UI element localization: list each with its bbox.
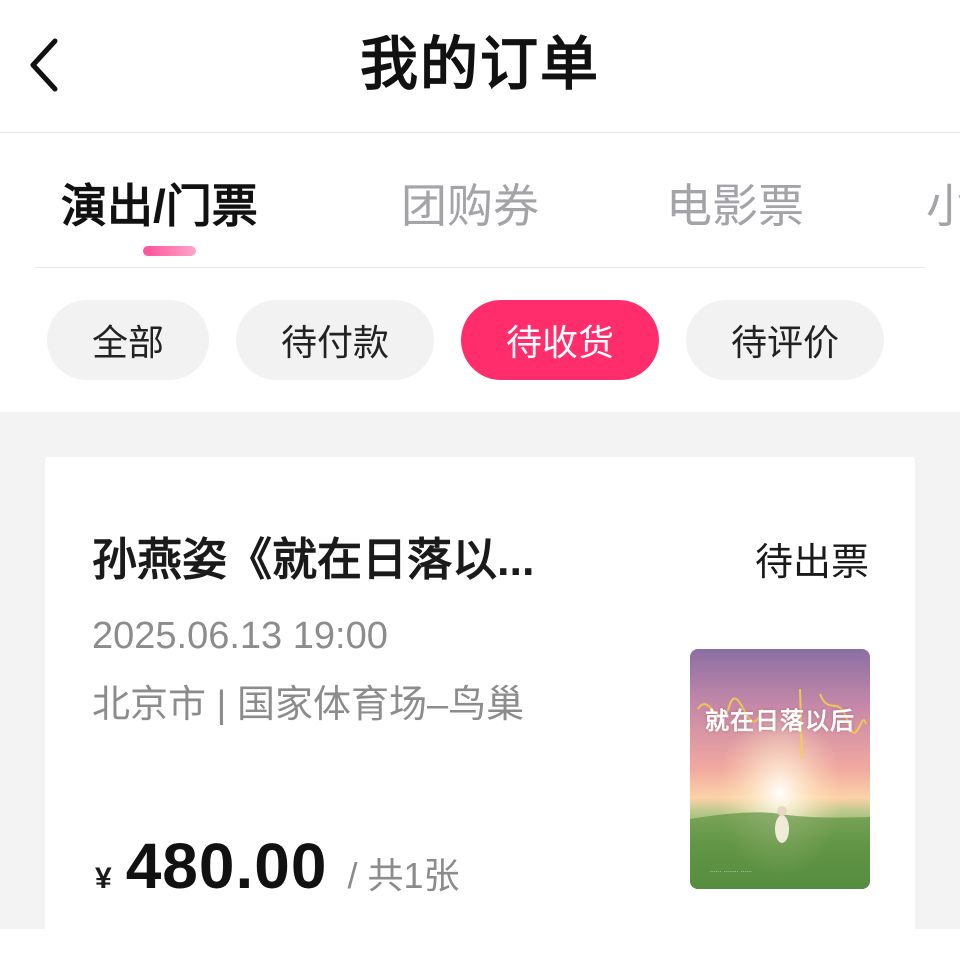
tab-performance-tickets[interactable]: 演出/门票: [61, 176, 258, 236]
filter-pending-payment[interactable]: 待付款: [236, 300, 434, 380]
svg-text:······ ········ ······: ······ ········ ······: [710, 869, 752, 876]
page-title: 我的订单: [359, 32, 600, 97]
status-filters: 全部 待付款 待收货 待评价: [0, 268, 960, 412]
poster-artwork: ······ ········ ······: [690, 649, 870, 889]
category-tabs: 演出/门票 团购券 电影票 小: [0, 134, 960, 268]
ticket-quantity: / 共1张: [347, 855, 460, 896]
currency-symbol: ¥: [95, 862, 112, 895]
active-tab-indicator: [143, 246, 196, 256]
tab-movie-tickets[interactable]: 电影票: [666, 176, 804, 236]
event-poster[interactable]: ······ ········ ······ 就在日落以后: [690, 649, 870, 889]
order-price: ¥ 480.00 / 共1张: [95, 829, 459, 909]
order-datetime: 2025.06.13 19:00: [92, 615, 388, 657]
filter-all[interactable]: 全部: [47, 300, 209, 380]
order-card[interactable]: 孙燕姿《就在日落以... 待出票 2025.06.13 19:00 北京市 | …: [45, 457, 915, 957]
poster-title: 就在日落以后: [705, 706, 855, 735]
filter-pending-review[interactable]: 待评价: [686, 300, 884, 380]
filter-pending-delivery[interactable]: 待收货: [461, 300, 659, 380]
order-title: 孙燕姿《就在日落以...: [92, 534, 535, 585]
order-list: 孙燕姿《就在日落以... 待出票 2025.06.13 19:00 北京市 | …: [0, 412, 960, 957]
order-status: 待出票: [754, 542, 869, 584]
tab-more-partial[interactable]: 小: [926, 176, 960, 236]
tab-group-coupons[interactable]: 团购券: [401, 176, 539, 236]
price-amount: 480.00: [125, 830, 328, 902]
order-venue: 北京市 | 国家体育场–鸟巢: [92, 684, 525, 726]
navigation-bar: 我的订单: [0, 0, 960, 133]
